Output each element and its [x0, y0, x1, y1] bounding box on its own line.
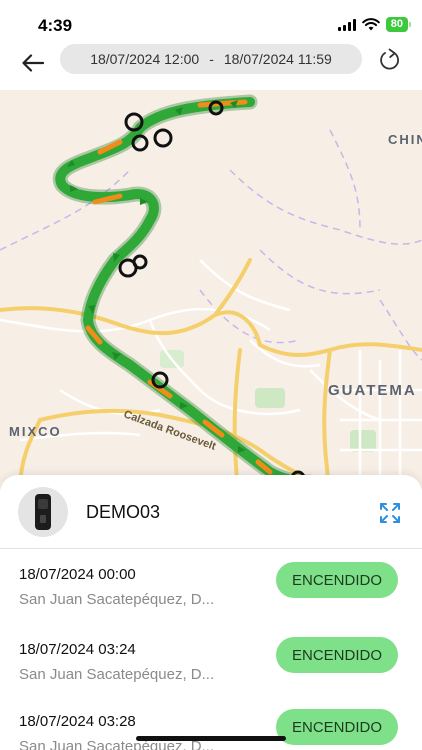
map-label-mixco: MIXCO	[9, 424, 62, 439]
device-tracker-icon	[35, 494, 51, 530]
expand-button[interactable]	[378, 501, 402, 525]
event-list-item[interactable]: 18/07/2024 03:28 San Juan Sacatepéquez, …	[0, 709, 422, 750]
event-address: San Juan Sacatepéquez, D...	[19, 591, 215, 608]
event-status-badge[interactable]: ENCENDIDO	[276, 709, 398, 745]
event-list-item[interactable]: 18/07/2024 00:00 San Juan Sacatepéquez, …	[0, 562, 422, 632]
status-time: 4:39	[38, 16, 73, 35]
event-time: 18/07/2024 03:24	[19, 641, 136, 658]
map-label-china: CHIN	[388, 132, 422, 147]
event-list-item[interactable]: 18/07/2024 03:24 San Juan Sacatepéquez, …	[0, 637, 422, 707]
home-indicator[interactable]	[136, 736, 286, 741]
date-separator: -	[209, 51, 214, 67]
park-area	[350, 430, 376, 452]
date-to: 18/07/2024 11:59	[223, 51, 332, 67]
device-name: DEMO03	[86, 502, 161, 522]
back-button[interactable]	[18, 48, 48, 78]
status-icons: 80	[337, 17, 411, 32]
status-bar: 4:39 80	[0, 0, 422, 44]
event-status-badge[interactable]: ENCENDIDO	[276, 562, 398, 598]
device-avatar	[18, 487, 68, 537]
battery-level: 80	[390, 18, 403, 30]
map-label-guatemala: GUATEMA	[328, 382, 417, 399]
event-status-badge[interactable]: ENCENDIDO	[276, 637, 398, 673]
refresh-icon	[380, 48, 399, 70]
refresh-button[interactable]	[376, 46, 404, 74]
minor-roads	[0, 259, 422, 490]
arrow-left-icon	[22, 54, 44, 72]
route-map[interactable]: CHIN GUATEMA MIXCO Calzada Roosevelt	[0, 90, 422, 490]
trip-bottom-sheet: DEMO03 18/07/2024 00:00 San Juan Sacatep…	[0, 475, 422, 750]
event-time: 18/07/2024 00:00	[19, 566, 136, 583]
map-canvas	[0, 94, 422, 490]
cellular-signal-icon	[337, 18, 356, 31]
wifi-icon	[361, 18, 380, 31]
expand-icon	[380, 503, 400, 523]
event-time: 18/07/2024 03:28	[19, 713, 136, 730]
major-roads	[0, 258, 422, 490]
header: 18/07/2024 12:00 - 18/07/2024 11:59	[0, 44, 422, 90]
date-from: 18/07/2024 12:00	[90, 51, 200, 67]
route-line	[55, 97, 315, 487]
park-area	[255, 388, 285, 408]
event-address: San Juan Sacatepéquez, D...	[19, 666, 215, 683]
battery-icon: 80	[385, 17, 411, 32]
date-range-selector[interactable]: 18/07/2024 12:00 - 18/07/2024 11:59	[60, 44, 362, 74]
device-header: DEMO03	[0, 475, 422, 549]
